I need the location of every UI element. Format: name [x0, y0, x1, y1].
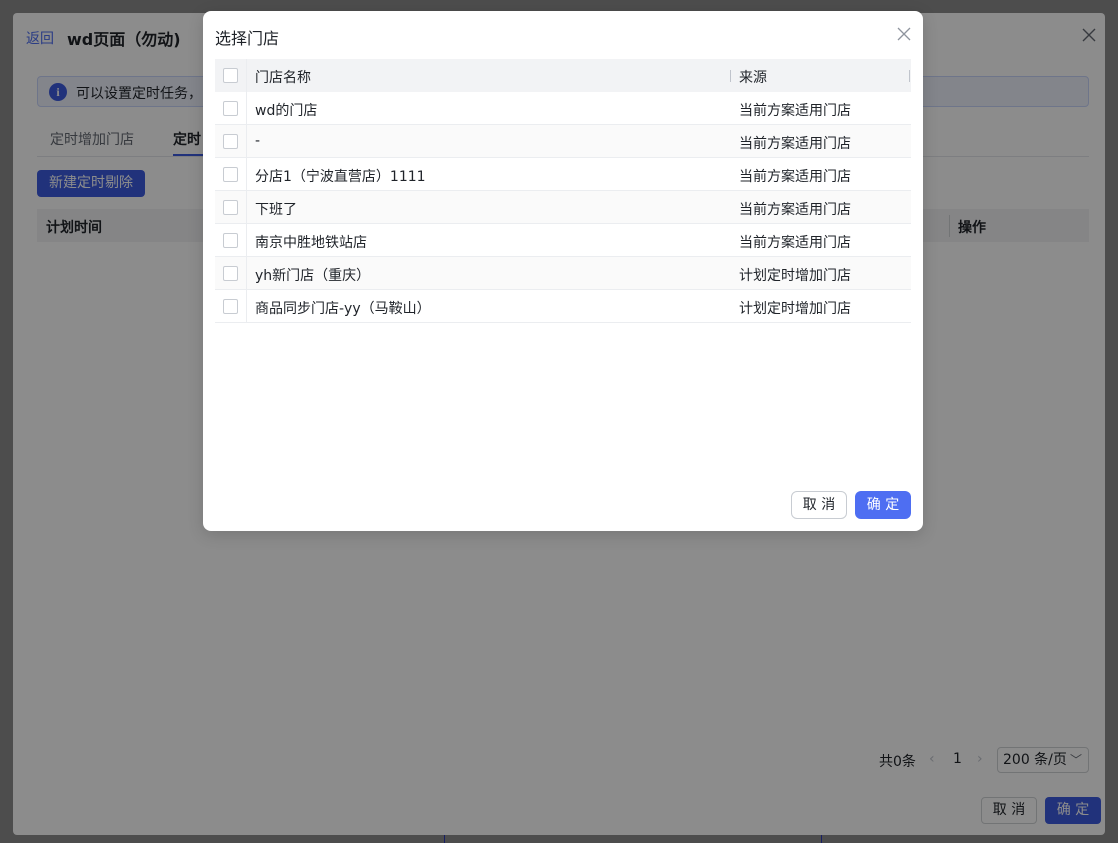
column-divider: [246, 290, 247, 323]
close-icon[interactable]: [895, 25, 913, 43]
table-row[interactable]: 分店1（宁波直营店）1111 当前方案适用门店: [215, 158, 911, 191]
row-checkbox[interactable]: [223, 167, 238, 182]
column-resize-handle[interactable]: [909, 70, 910, 82]
store-name: 下班了: [255, 202, 297, 218]
row-checkbox[interactable]: [223, 101, 238, 116]
table-row[interactable]: - 当前方案适用门店: [215, 125, 911, 158]
column-divider: [246, 125, 247, 158]
column-header-store-name: 门店名称: [255, 70, 311, 86]
store-source: 计划定时增加门店: [739, 301, 851, 317]
column-divider: [246, 224, 247, 257]
table-row[interactable]: yh新门店（重庆） 计划定时增加门店: [215, 257, 911, 290]
confirm-button[interactable]: 确 定: [855, 491, 911, 519]
store-name: -: [255, 133, 261, 149]
column-divider: [246, 191, 247, 224]
table-header: 门店名称 来源: [215, 59, 911, 92]
modal-title: 选择门店: [215, 29, 280, 48]
store-name: 分店1（宁波直营店）1111: [255, 169, 426, 185]
column-divider: [246, 158, 247, 191]
cancel-button[interactable]: 取 消: [791, 491, 847, 519]
column-header-source: 来源: [739, 70, 767, 86]
store-name: 商品同步门店-yy（马鞍山）: [255, 301, 431, 317]
store-source: 当前方案适用门店: [739, 169, 851, 185]
row-checkbox[interactable]: [223, 233, 238, 248]
store-source: 当前方案适用门店: [739, 202, 851, 218]
column-divider: [246, 92, 247, 125]
store-name: yh新门店（重庆）: [255, 268, 371, 284]
table-row[interactable]: 南京中胜地铁站店 当前方案适用门店: [215, 224, 911, 257]
row-checkbox[interactable]: [223, 134, 238, 149]
store-table: 门店名称 来源 wd的门店 当前方案适用门店 - 当前方案适用门店 分店1（宁波…: [215, 59, 911, 323]
column-divider: [246, 257, 247, 290]
row-checkbox[interactable]: [223, 299, 238, 314]
row-checkbox[interactable]: [223, 266, 238, 281]
store-name: 南京中胜地铁站店: [255, 235, 367, 251]
store-source: 当前方案适用门店: [739, 235, 851, 251]
select-all-checkbox[interactable]: [223, 68, 238, 83]
store-source: 当前方案适用门店: [739, 136, 851, 152]
select-store-modal: 选择门店 门店名称 来源 wd的门店 当前方案适用门店 - 当前方案适用门店 分…: [203, 11, 923, 531]
table-row[interactable]: 商品同步门店-yy（马鞍山） 计划定时增加门店: [215, 290, 911, 323]
column-resize-handle[interactable]: [730, 70, 731, 82]
store-source: 当前方案适用门店: [739, 103, 851, 119]
column-divider: [246, 59, 247, 92]
store-name: wd的门店: [255, 103, 318, 119]
store-source: 计划定时增加门店: [739, 268, 851, 284]
table-row[interactable]: 下班了 当前方案适用门店: [215, 191, 911, 224]
row-checkbox[interactable]: [223, 200, 238, 215]
table-row[interactable]: wd的门店 当前方案适用门店: [215, 92, 911, 125]
